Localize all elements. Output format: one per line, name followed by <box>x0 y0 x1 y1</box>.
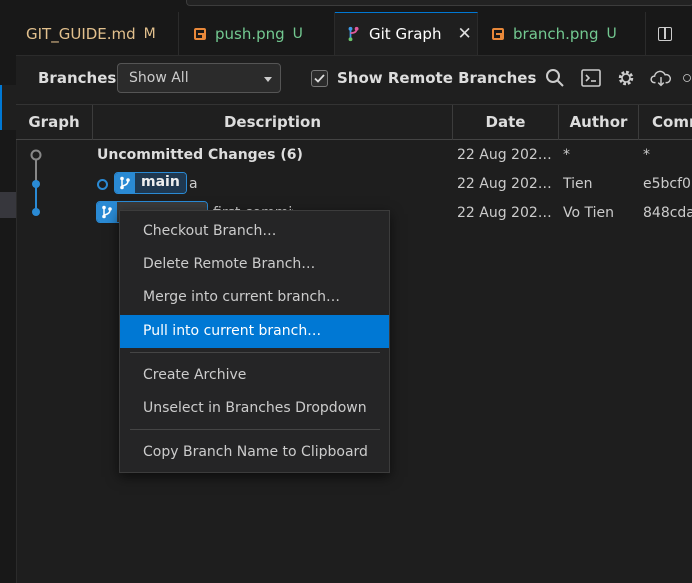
chevron-down-icon <box>264 77 272 82</box>
column-header-author[interactable]: Author <box>559 105 639 140</box>
row-author: Tien <box>563 176 593 192</box>
tab-git-guide[interactable]: GIT_GUIDE.md M <box>16 12 179 55</box>
git-graph-controls: Branches: Show All Show Remote Branches <box>16 56 692 101</box>
branch-ref-main[interactable]: main <box>114 172 187 194</box>
head-indicator-icon <box>97 179 108 190</box>
command-center[interactable] <box>186 0 692 6</box>
image-file-icon <box>491 27 505 41</box>
row-date: 22 Aug 202… <box>457 176 552 192</box>
activity-item-selected[interactable] <box>0 192 16 218</box>
tab-status-untracked: U <box>606 25 617 42</box>
show-remote-label[interactable]: Show Remote Branches <box>337 69 536 87</box>
menu-item-delete-remote-branch[interactable]: Delete Remote Branch… <box>120 248 389 281</box>
search-icon[interactable] <box>544 67 566 89</box>
split-editor-button[interactable] <box>648 12 692 55</box>
column-header-commit[interactable]: Comm <box>639 105 692 140</box>
menu-separator <box>130 352 380 353</box>
row-author: * <box>563 147 570 163</box>
editor-tabs: GIT_GUIDE.md M push.png U Git Graph ✕ br… <box>16 12 692 56</box>
menu-item-unselect-in-dropdown[interactable]: Unselect in Branches Dropdown <box>120 392 389 425</box>
row-description: Uncommitted Changes (6) <box>97 147 303 163</box>
terminal-icon[interactable] <box>580 67 602 89</box>
commit-table-header: Graph Description Date Author Comm <box>16 104 692 140</box>
menu-item-checkout-branch[interactable]: Checkout Branch… <box>120 215 389 248</box>
cloud-download-icon[interactable] <box>650 67 672 89</box>
more-actions-icon[interactable] <box>682 67 692 89</box>
branch-name: main <box>135 173 186 193</box>
branches-label: Branches: <box>38 69 123 87</box>
row-date: 22 Aug 202… <box>457 205 552 221</box>
branch-icon <box>97 202 117 222</box>
row-commit: e5bcf0 <box>643 176 691 192</box>
branches-dropdown[interactable]: Show All <box>117 63 281 93</box>
split-editor-icon <box>658 26 672 41</box>
menu-item-merge-into-current[interactable]: Merge into current branch… <box>120 281 389 314</box>
menu-item-create-archive[interactable]: Create Archive <box>120 359 389 392</box>
column-header-description[interactable]: Description <box>93 105 453 140</box>
tab-label: Git Graph <box>369 25 442 43</box>
tab-label: branch.png <box>513 24 599 43</box>
tab-label: GIT_GUIDE.md <box>26 24 136 43</box>
git-graph-icon <box>347 26 361 42</box>
branch-icon <box>115 173 135 193</box>
row-commit: * <box>643 147 650 163</box>
activity-bar <box>0 12 18 583</box>
tab-status-untracked: U <box>292 25 303 42</box>
menu-separator <box>130 429 380 430</box>
column-header-date[interactable]: Date <box>453 105 559 140</box>
tab-label: push.png <box>215 24 285 43</box>
title-bar <box>0 0 692 12</box>
tab-push-png[interactable]: push.png U <box>179 12 335 55</box>
row-commit: 848cda <box>643 205 692 221</box>
row-date: 22 Aug 202… <box>457 147 552 163</box>
close-icon[interactable]: ✕ <box>457 24 471 44</box>
menu-item-copy-branch-name[interactable]: Copy Branch Name to Clipboard <box>120 436 389 469</box>
tab-git-graph[interactable]: Git Graph ✕ <box>335 12 478 55</box>
row-description: a <box>189 176 198 192</box>
image-file-icon <box>193 27 207 41</box>
column-header-graph[interactable]: Graph <box>16 105 93 140</box>
row-author: Vo Tien <box>563 205 615 221</box>
branches-dropdown-value: Show All <box>129 70 189 86</box>
show-remote-checkbox[interactable] <box>311 70 328 87</box>
gear-icon[interactable] <box>615 67 637 89</box>
table-row[interactable]: main a 22 Aug 202… Tien e5bcf0 <box>16 170 692 199</box>
table-row-uncommitted[interactable]: Uncommitted Changes (6) 22 Aug 202… * * <box>16 141 692 170</box>
tab-status-modified: M <box>143 25 156 42</box>
check-icon <box>314 74 325 83</box>
branch-context-menu: Checkout Branch… Delete Remote Branch… M… <box>119 210 390 473</box>
tab-branch-png[interactable]: branch.png U <box>478 12 646 55</box>
menu-item-pull-into-current[interactable]: Pull into current branch… <box>120 315 389 348</box>
